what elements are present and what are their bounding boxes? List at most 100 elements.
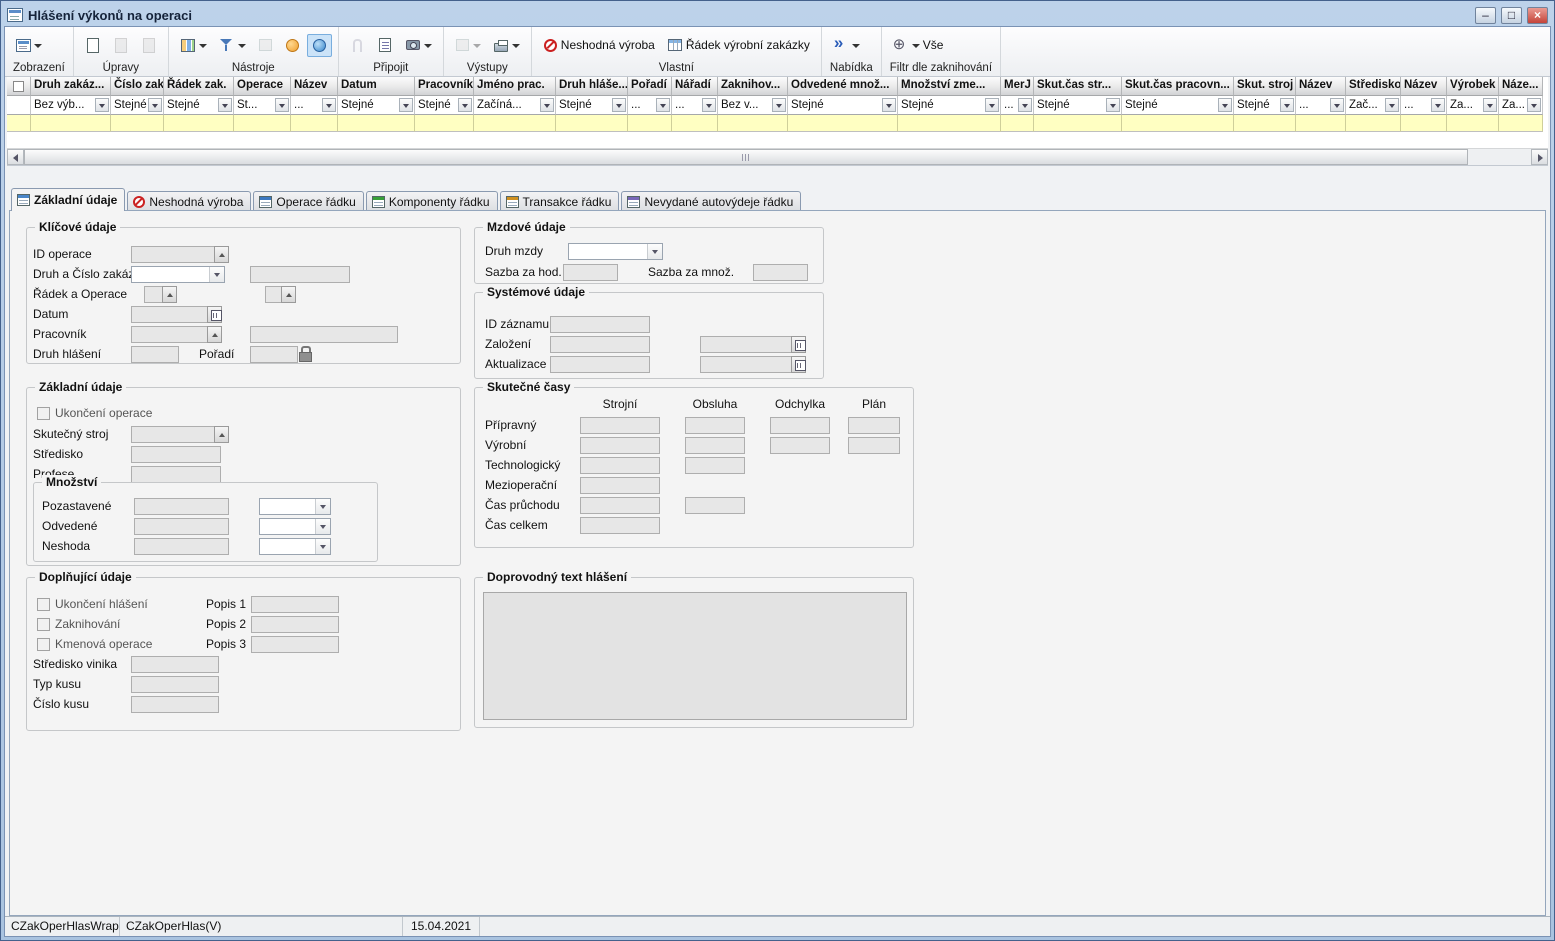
select-all-checkbox[interactable] — [13, 81, 24, 92]
vyrobni-odchylka-field[interactable] — [770, 437, 830, 454]
zalozeni-calendar-button[interactable] — [791, 336, 806, 353]
vyrobni-plan-field[interactable] — [848, 437, 900, 454]
columns-button[interactable] — [175, 34, 212, 57]
stredisko-field[interactable] — [131, 446, 221, 463]
scrollbar-thumb[interactable] — [24, 149, 1468, 165]
grid-cell[interactable] — [898, 115, 1001, 132]
vyrobni-strojni-field[interactable] — [580, 437, 660, 454]
filter-dropdown-nazev[interactable]: ... — [291, 96, 338, 115]
column-header-naradi[interactable]: Nářadí — [672, 77, 718, 96]
radek-lookup-button[interactable] — [162, 286, 177, 303]
select-all-header-cell[interactable] — [7, 77, 31, 96]
column-header-stredisko[interactable]: Středisko — [1346, 77, 1401, 96]
grid-cell[interactable] — [111, 115, 164, 132]
cas-pruchodu-strojni-field[interactable] — [580, 497, 660, 514]
cas-pruchodu-obsluha-field[interactable] — [685, 497, 745, 514]
skutecny-stroj-lookup-button[interactable] — [214, 426, 229, 443]
pracovnik-field[interactable] — [131, 326, 208, 343]
tab-komponenty-radku[interactable]: Komponenty řádku — [366, 191, 498, 211]
grid-cell[interactable] — [1001, 115, 1034, 132]
scroll-right-button[interactable] — [1531, 149, 1548, 165]
highlight-button[interactable] — [307, 34, 332, 57]
radek-field[interactable] — [144, 286, 163, 303]
filter-dropdown-operace[interactable]: St... — [234, 96, 291, 115]
filter-dropdown-stredisko[interactable]: Zač... — [1346, 96, 1401, 115]
grid-cell[interactable] — [1296, 115, 1346, 132]
grid-cell[interactable] — [1401, 115, 1447, 132]
datum-calendar-button[interactable] — [207, 306, 222, 323]
column-header-cislo-zak[interactable]: Číslo zak. — [111, 77, 164, 96]
popis-2-field[interactable] — [251, 616, 339, 633]
scroll-left-button[interactable] — [7, 149, 24, 165]
print-button[interactable] — [488, 34, 525, 56]
grid-cell[interactable] — [31, 115, 111, 132]
grid-cell[interactable] — [474, 115, 556, 132]
grid-cell[interactable] — [1234, 115, 1296, 132]
popis-1-field[interactable] — [251, 596, 339, 613]
grid-cell[interactable] — [628, 115, 672, 132]
grid-cell[interactable] — [234, 115, 291, 132]
ukonceni-hlaseni-checkbox[interactable] — [37, 598, 50, 611]
profese-field[interactable] — [131, 466, 221, 483]
vyrobni-obsluha-field[interactable] — [685, 437, 745, 454]
pozastavene-combo[interactable] — [259, 498, 331, 515]
minimize-button[interactable]: – — [1475, 7, 1496, 24]
filtr-zaknihovani-button[interactable]: Vše — [888, 33, 949, 57]
pripravny-plan-field[interactable] — [848, 417, 900, 434]
neshoda-combo[interactable] — [259, 538, 331, 555]
pracovnik-jmeno-field[interactable] — [250, 326, 398, 343]
filter-button[interactable] — [214, 33, 251, 57]
column-header-zaknihov[interactable]: Zaknihov... — [718, 77, 788, 96]
druh-zakazky-combo[interactable] — [131, 266, 225, 283]
grid-cell[interactable] — [338, 115, 415, 132]
aktualizace-field[interactable] — [550, 356, 650, 373]
skutecny-stroj-field[interactable] — [131, 426, 215, 443]
filter-dropdown-jmeno-prac[interactable]: Začíná... — [474, 96, 556, 115]
zaknihovani-checkbox[interactable] — [37, 618, 50, 631]
operace-lookup-button[interactable] — [281, 286, 296, 303]
filter-dropdown-vyrobek[interactable]: Za... — [1447, 96, 1499, 115]
filter-dropdown-skut-cas-str[interactable]: Stejné — [1034, 96, 1122, 115]
filter-dropdown-datum[interactable]: Stejné — [338, 96, 415, 115]
horizontal-scrollbar[interactable] — [7, 148, 1548, 165]
zalozeni-datum-field[interactable] — [700, 336, 792, 353]
filter-dropdown-merj[interactable]: ... — [1001, 96, 1034, 115]
filter-dropdown-mnozstvi-zme[interactable]: Stejné — [898, 96, 1001, 115]
column-header-radek-zak[interactable]: Řádek zak. — [164, 77, 234, 96]
technologicky-strojni-field[interactable] — [580, 457, 660, 474]
filter-dropdown-odvedene-mnoz[interactable]: Stejné — [788, 96, 898, 115]
poradi-field[interactable] — [250, 346, 298, 363]
column-header-druh-zakaz[interactable]: Druh zakáz... — [31, 77, 111, 96]
filter-dropdown-radek-zak[interactable]: Stejné — [164, 96, 234, 115]
close-button[interactable]: × — [1527, 7, 1548, 24]
column-header-jmeno-prac[interactable]: Jméno prac. — [474, 77, 556, 96]
media-button[interactable] — [400, 33, 437, 57]
sazba-za-mnoz-field[interactable] — [753, 264, 808, 281]
aktualizace-calendar-button[interactable] — [791, 356, 806, 373]
tab-transakce-radku[interactable]: Transakce řádku — [500, 191, 620, 211]
new-record-button[interactable] — [80, 34, 106, 57]
cislo-kusu-field[interactable] — [131, 696, 219, 713]
pozastavene-field[interactable] — [134, 498, 229, 515]
cas-celkem-strojni-field[interactable] — [580, 517, 660, 534]
neshoda-field[interactable] — [134, 538, 229, 555]
grid-cell[interactable] — [164, 115, 234, 132]
tab-nevydane-autovydeje-radku[interactable]: Nevydané autovýdeje řádku — [621, 191, 801, 211]
radek-vyrobni-zakazky-button[interactable]: Řádek výrobní zakázky — [662, 33, 815, 57]
pripravny-odchylka-field[interactable] — [770, 417, 830, 434]
row-select-cell[interactable] — [7, 115, 31, 132]
grid-data-row[interactable] — [7, 115, 1548, 132]
column-header-druh-hlase[interactable]: Druh hláše... — [556, 77, 628, 96]
refresh-button[interactable] — [280, 34, 305, 57]
grid-cell[interactable] — [672, 115, 718, 132]
menu-button[interactable] — [828, 33, 865, 57]
filter-dropdown-cislo-zak[interactable]: Stejné — [111, 96, 164, 115]
cislo-zakazky-field[interactable] — [250, 266, 350, 283]
filter-dropdown-skut-cas-pracovn[interactable]: Stejné — [1122, 96, 1234, 115]
column-header-pracovnik[interactable]: Pracovník — [415, 77, 474, 96]
filter-dropdown-nazev[interactable]: ... — [1296, 96, 1346, 115]
popis-3-field[interactable] — [251, 636, 339, 653]
column-header-nazev[interactable]: Název — [1296, 77, 1346, 96]
technologicky-obsluha-field[interactable] — [685, 457, 745, 474]
pripravny-obsluha-field[interactable] — [685, 417, 745, 434]
